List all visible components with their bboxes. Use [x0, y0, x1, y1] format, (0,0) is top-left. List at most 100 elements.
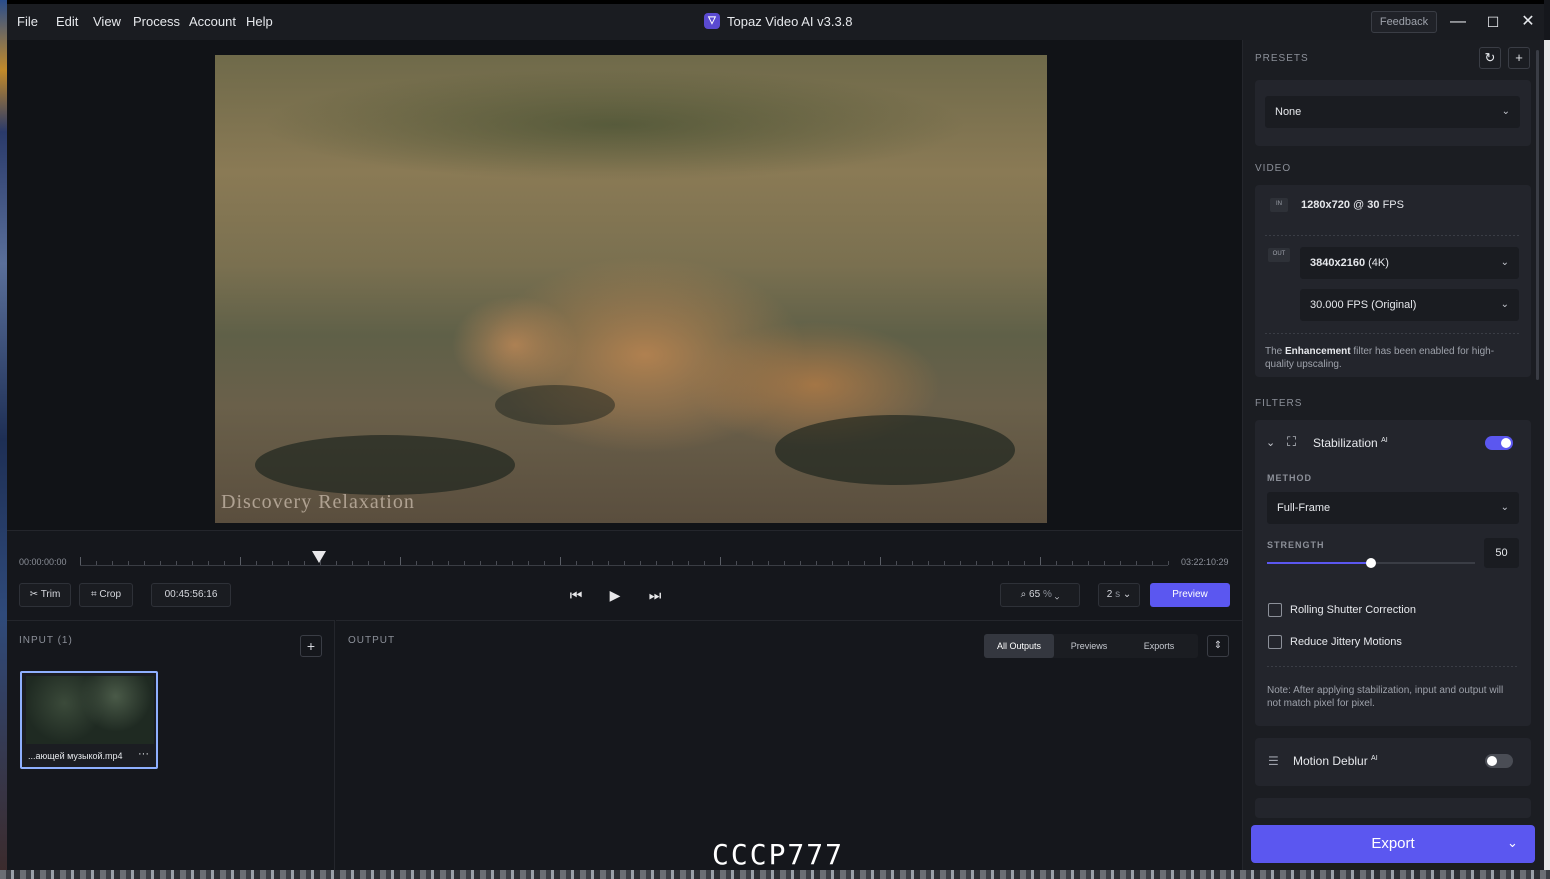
more-options-icon[interactable]: ···	[138, 748, 149, 760]
trim-label: Trim	[40, 589, 61, 600]
timeline-tick	[736, 561, 737, 565]
chevron-down-icon: ⌄	[1054, 589, 1060, 600]
timeline-tick	[368, 561, 369, 565]
crop-button[interactable]: ⌗ Crop	[79, 583, 133, 607]
menu-process[interactable]: Process	[133, 14, 180, 29]
timeline-tick	[624, 561, 625, 565]
sort-icon[interactable]: ⇕	[1207, 635, 1229, 657]
close-icon[interactable]: ✕	[1516, 10, 1540, 34]
timeline-tick	[1088, 561, 1089, 565]
tab-exports[interactable]: Exports	[1128, 634, 1190, 658]
reset-icon[interactable]: ↻	[1479, 47, 1501, 69]
chevron-down-icon: ⌄	[1500, 257, 1509, 268]
timeline-tick	[1120, 561, 1121, 565]
video-watermark: Discovery Relaxation	[221, 491, 415, 513]
preview-duration-value: 2	[1106, 589, 1113, 600]
menu-edit[interactable]: Edit	[56, 14, 78, 29]
chevron-down-icon: ⌄	[1500, 299, 1509, 310]
strength-slider-handle[interactable]	[1366, 558, 1376, 568]
presets-title: PRESETS	[1255, 53, 1309, 64]
timeline-tick	[704, 561, 705, 565]
video-title: VIDEO	[1255, 163, 1292, 174]
timeline-tick	[384, 561, 385, 565]
menu-file[interactable]: File	[17, 14, 38, 29]
timeline-tick	[1040, 557, 1041, 565]
playhead-marker[interactable]	[312, 551, 326, 563]
reduce-jitter-checkbox[interactable]	[1268, 635, 1282, 649]
preset-select[interactable]: None ⌄	[1265, 96, 1520, 128]
timeline-track[interactable]	[80, 557, 1169, 566]
timeline-tick	[784, 561, 785, 565]
filters-title: FILTERS	[1255, 398, 1303, 409]
stabilization-card	[1255, 420, 1531, 726]
input-file-card[interactable]: ...ающей музыкой.mp4 ···	[20, 671, 158, 769]
timeline-tick	[512, 561, 513, 565]
method-select[interactable]: Full-Frame ⌄	[1267, 492, 1519, 524]
menu-account[interactable]: Account	[189, 14, 236, 29]
reduce-jitter-label: Reduce Jittery Motions	[1290, 636, 1402, 648]
timeline-tick	[1168, 561, 1169, 565]
timeline-tick	[80, 557, 81, 565]
input-fps-unit: FPS	[1382, 199, 1404, 211]
rolling-shutter-checkbox[interactable]	[1268, 603, 1282, 617]
play-icon[interactable]: ▶	[605, 585, 625, 605]
zoom-value: 65	[1029, 589, 1041, 600]
stabilization-icon: ⛶	[1287, 434, 1297, 449]
preview-button[interactable]: Preview	[1150, 583, 1230, 607]
timeline-tick	[912, 561, 913, 565]
export-button[interactable]: Export ⌄	[1251, 825, 1535, 863]
stabilization-toggle[interactable]	[1485, 436, 1513, 450]
menu-view[interactable]: View	[93, 14, 121, 29]
step-forward-icon[interactable]: ⏭	[645, 585, 665, 605]
timeline-tick	[192, 561, 193, 565]
sidebar-scrollbar[interactable]	[1536, 50, 1539, 380]
timeline-tick	[144, 561, 145, 565]
tab-previews[interactable]: Previews	[1058, 634, 1120, 658]
menu-help[interactable]: Help	[246, 14, 273, 29]
zoom-icon: ⌕	[1020, 589, 1027, 600]
timeline-tick	[688, 561, 689, 565]
timeline-tick	[1056, 561, 1057, 565]
maximize-icon[interactable]: ☐	[1481, 10, 1505, 34]
input-res-at: @	[1353, 199, 1365, 211]
minimize-icon[interactable]: —	[1446, 10, 1470, 34]
timeline-tick	[832, 561, 833, 565]
timeline-tick	[576, 561, 577, 565]
output-res-note: (4K)	[1368, 257, 1389, 269]
timeline-tick	[224, 561, 225, 565]
timeline-tick	[976, 561, 977, 565]
method-value: Full-Frame	[1277, 502, 1331, 514]
trim-button[interactable]: ✂ Trim	[19, 583, 71, 607]
add-input-button[interactable]: +	[300, 635, 322, 657]
collapse-chevron-icon[interactable]: ⌄	[1266, 436, 1275, 449]
feedback-button[interactable]: Feedback	[1371, 11, 1437, 33]
step-back-icon[interactable]: ⏮	[566, 585, 586, 605]
timeline-tick	[800, 561, 801, 565]
video-frame[interactable]: Discovery Relaxation	[215, 55, 1047, 523]
timeline-tick	[288, 561, 289, 565]
desktop-background-right	[1544, 40, 1550, 870]
current-time-field[interactable]: 00:45:56:16	[151, 583, 231, 607]
chevron-down-icon[interactable]: ⌄	[1507, 835, 1518, 851]
output-fps-select[interactable]: 30.000 FPS (Original) ⌄	[1300, 289, 1519, 321]
chevron-down-icon: ⌄	[1500, 502, 1509, 513]
chevron-down-icon: ⌄	[1501, 106, 1510, 117]
timeline-tick	[656, 561, 657, 565]
tab-all-outputs[interactable]: All Outputs	[984, 634, 1054, 658]
divider	[1265, 333, 1521, 334]
strength-slider-track[interactable]	[1267, 558, 1475, 568]
preview-duration-select[interactable]: 2 s ⌄	[1098, 583, 1140, 607]
output-resolution-select[interactable]: 3840x2160 (4K) ⌄	[1300, 247, 1519, 279]
overlay-stamp: CCCP777	[712, 838, 845, 871]
chevron-down-icon: ⌄	[1122, 589, 1132, 600]
timeline-tick	[432, 561, 433, 565]
crop-label: Crop	[99, 589, 122, 600]
stabilization-title: Stabilization AI	[1313, 436, 1388, 450]
scissors-icon: ✂	[29, 589, 39, 600]
strength-value-field[interactable]: 50	[1484, 538, 1519, 568]
timeline-tick	[608, 561, 609, 565]
motion-deblur-toggle[interactable]	[1485, 754, 1513, 768]
strength-label: STRENGTH	[1267, 540, 1325, 550]
add-preset-icon[interactable]: +	[1508, 47, 1530, 69]
zoom-select[interactable]: ⌕ 65 % ⌄	[1000, 583, 1080, 607]
